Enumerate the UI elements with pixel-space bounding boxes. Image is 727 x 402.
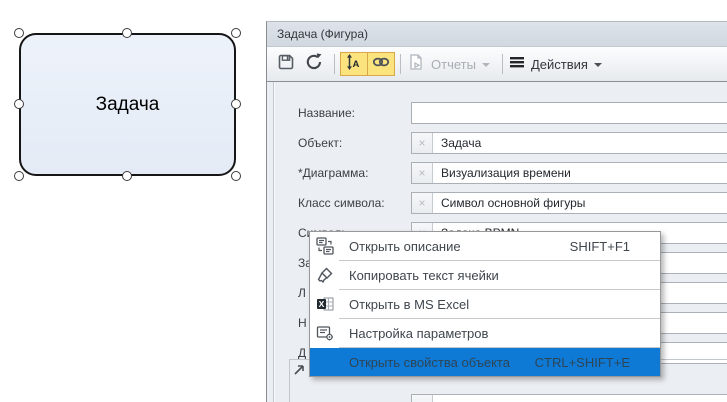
reports-button[interactable]: Отчеты	[406, 50, 495, 78]
hamburger-menu-icon	[509, 55, 525, 74]
name-field[interactable]	[411, 102, 727, 124]
actions-button[interactable]: Действия	[508, 50, 607, 78]
resize-handle-e[interactable]	[231, 99, 241, 109]
object-value: Задача	[433, 133, 727, 153]
autofit-text-toggle[interactable]: A	[340, 52, 368, 76]
symbol-class-field[interactable]: × Символ основной фигуры	[411, 192, 727, 214]
window-titlebar: Задача (Фигура)	[267, 22, 727, 47]
menu-item-parameters-settings[interactable]: Настройка параметров	[310, 319, 660, 347]
link-toggle[interactable]	[368, 52, 395, 76]
menu-item-icon-placeholder	[316, 353, 334, 371]
menu-item-shortcut: CTRL+SHIFT+E	[535, 355, 660, 370]
menu-item-shortcut: SHIFT+F1	[570, 239, 660, 254]
clear-icon[interactable]: ×	[412, 395, 433, 402]
reports-label: Отчеты	[431, 57, 476, 72]
copy-cell-text-icon	[316, 266, 334, 284]
field-label-clipped: Д	[298, 346, 306, 360]
toolbar-separator	[502, 54, 503, 74]
group-expander-icon[interactable]	[293, 363, 305, 381]
parameters-settings-icon	[316, 324, 334, 342]
hidden-field-value	[433, 395, 727, 402]
resize-handle-nw[interactable]	[14, 28, 24, 38]
menu-item-label: Открыть описание	[349, 239, 570, 254]
menu-item-label: Открыть в MS Excel	[349, 297, 630, 312]
resize-handle-sw[interactable]	[14, 171, 24, 181]
field-label-symbol-class: Класс символа:	[298, 196, 385, 210]
group-box-border	[289, 359, 290, 402]
reports-dropdown-icon	[482, 63, 490, 67]
report-document-icon	[407, 53, 425, 76]
svg-text:A: A	[353, 59, 360, 70]
screen: Задача Задача (Фигура)	[0, 0, 727, 402]
task-shape-label: Задача	[96, 94, 160, 116]
clear-icon[interactable]: ×	[412, 133, 433, 153]
window-title: Задача (Фигура)	[277, 27, 368, 41]
toolbar-separator	[400, 54, 401, 74]
clear-icon[interactable]: ×	[412, 193, 433, 213]
actions-dropdown-icon	[594, 63, 602, 67]
field-label-clipped: Н	[298, 316, 307, 330]
menu-item-copy-cell-text[interactable]: Копировать текст ячейки	[310, 261, 660, 289]
field-label-name: Название:	[298, 106, 355, 120]
resize-handle-se[interactable]	[231, 171, 241, 181]
field-label-object: Объект:	[298, 136, 342, 150]
task-shape[interactable]: Задача	[19, 33, 236, 176]
save-icon	[276, 52, 296, 77]
save-button[interactable]	[273, 50, 299, 78]
menu-item-open-object-properties[interactable]: Открыть свойства объекта CTRL+SHIFT+E	[310, 348, 660, 376]
field-label-clipped: Л	[298, 286, 306, 300]
panel-divider	[274, 82, 275, 402]
name-input[interactable]	[412, 103, 727, 123]
autofit-text-icon: A	[345, 53, 363, 76]
menu-item-label: Открыть свойства объекта	[349, 355, 535, 370]
resize-handle-n[interactable]	[122, 28, 132, 38]
menu-item-label: Настройка параметров	[349, 326, 630, 341]
resize-handle-w[interactable]	[14, 99, 24, 109]
clear-icon[interactable]: ×	[412, 163, 433, 183]
object-field[interactable]: × Задача	[411, 132, 727, 154]
context-menu: Открыть описание SHIFT+F1 Копировать тек…	[309, 231, 661, 377]
diagram-value: Визуализация времени	[433, 163, 727, 183]
diagram-field[interactable]: × Визуализация времени	[411, 162, 727, 184]
menu-item-open-in-ms-excel[interactable]: X Открыть в MS Excel	[310, 290, 660, 318]
resize-handle-ne[interactable]	[231, 28, 241, 38]
refresh-button[interactable]	[301, 50, 327, 78]
chain-link-icon	[371, 54, 391, 75]
menu-item-label: Копировать текст ячейки	[349, 268, 630, 283]
actions-label: Действия	[531, 57, 588, 72]
toolbar: A Отчеты Действия	[267, 47, 727, 82]
svg-text:X: X	[319, 299, 325, 309]
hidden-field[interactable]: ×	[411, 394, 727, 402]
toolbar-separator	[334, 54, 335, 74]
resize-handle-s[interactable]	[122, 171, 132, 181]
ms-excel-icon: X	[316, 295, 334, 313]
refresh-icon	[304, 52, 324, 77]
menu-item-open-description[interactable]: Открыть описание SHIFT+F1	[310, 232, 660, 260]
diagram-shape-task[interactable]: Задача	[19, 33, 236, 176]
field-label-diagram: *Диаграмма:	[298, 166, 368, 180]
symbol-class-value: Символ основной фигуры	[433, 193, 727, 213]
open-description-icon	[316, 237, 334, 255]
